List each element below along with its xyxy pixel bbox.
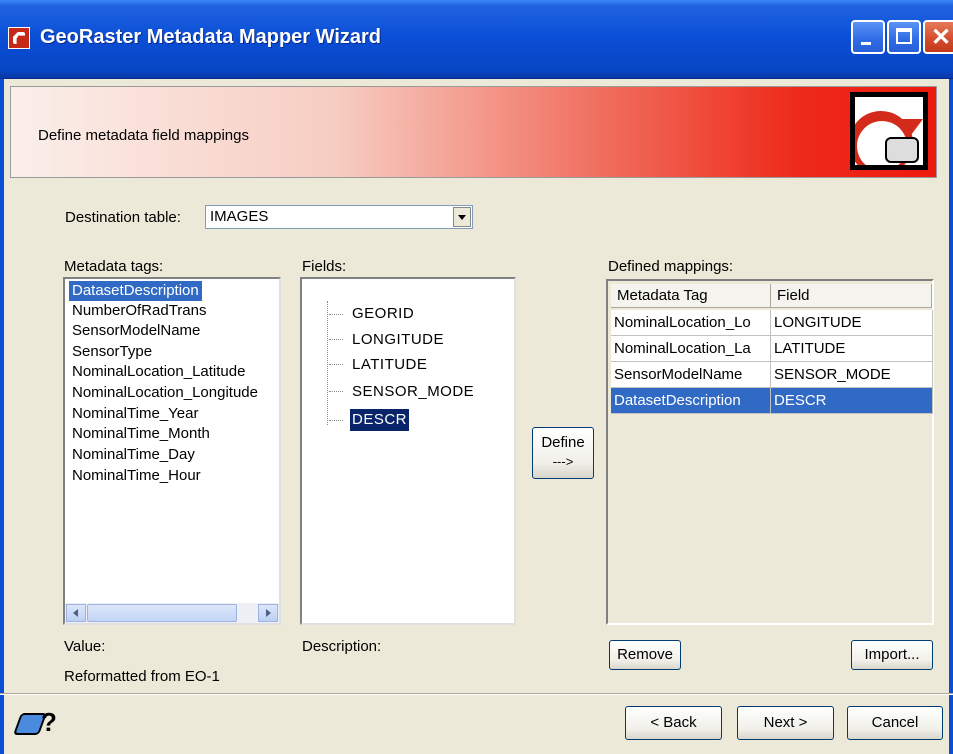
destination-table-label: Destination table: [65,209,181,226]
value-label: Value: [64,638,106,655]
table-row[interactable]: NominalLocation_Lo LONGITUDE [611,310,933,336]
tree-connector [329,339,343,340]
cancel-button[interactable]: Cancel [847,706,943,740]
tree-vertical-line [327,301,328,425]
scrollbar-thumb[interactable] [87,604,237,622]
help-button[interactable]: ? [12,707,77,741]
list-item[interactable]: SensorModelName [69,321,203,341]
tree-connector [329,314,343,315]
import-button[interactable]: Import... [851,640,933,670]
tree-item[interactable]: SENSOR_MODE [350,381,476,403]
back-button[interactable]: < Back [625,706,722,740]
tree-item-selected[interactable]: DESCR [348,408,411,432]
description-label: Description: [302,638,382,655]
list-item[interactable]: NominalTime_Day [69,445,198,465]
chevron-down-icon[interactable] [453,207,471,227]
defined-mappings-label: Defined mappings: [608,258,734,275]
tree-item[interactable]: LONGITUDE [350,329,446,351]
list-item[interactable]: NominalTime_Hour [69,466,204,486]
close-button[interactable]: ✕ [923,20,953,54]
list-item[interactable]: NominalLocation_Latitude [69,362,248,382]
table-cell-tag: NominalLocation_La [611,336,771,362]
table-cell-tag: DatasetDescription [611,388,771,414]
define-button-arrow: ---> [552,454,574,469]
divider [0,693,953,695]
table-cell-field: SENSOR_MODE [771,362,933,388]
table-cell-tag: SensorModelName [611,362,771,388]
list-item[interactable]: NominalTime_Month [69,424,213,444]
list-item[interactable]: NumberOfRadTrans [69,301,210,321]
remove-button[interactable]: Remove [609,640,681,670]
tree-item[interactable]: GEORID [350,303,416,325]
metadata-tags-list[interactable]: DatasetDescription NumberOfRadTrans Sens… [63,277,281,625]
scroll-right-icon[interactable] [258,604,278,622]
maximize-button[interactable] [887,20,921,54]
horizontal-scrollbar[interactable] [65,603,279,623]
list-item[interactable]: NominalLocation_Longitude [69,383,261,403]
fields-tree[interactable]: GEORID LONGITUDE LATITUDE SENSOR_MODE DE… [300,277,516,625]
table-row[interactable]: SensorModelName SENSOR_MODE [611,362,933,388]
tree-connector [329,364,343,365]
table-row[interactable]: NominalLocation_La LATITUDE [611,336,933,362]
window-right-border [949,79,953,754]
window-title: GeoRaster Metadata Mapper Wizard [40,26,382,48]
table-cell-field: LATITUDE [771,336,933,362]
banner-title: Define metadata field mappings [38,127,249,144]
column-header-field[interactable]: Field [771,284,932,308]
table-cell-field: DESCR [771,388,933,414]
list-item[interactable]: SensorType [69,342,155,362]
window-left-border [0,79,4,754]
table-row-selected[interactable]: DatasetDescription DESCR [611,388,933,414]
table-cell-field: LONGITUDE [771,310,933,336]
app-icon [8,27,30,49]
define-button-label: Define [541,434,585,451]
list-item[interactable]: DatasetDescription [69,281,202,301]
tree-item[interactable]: LATITUDE [350,354,429,376]
scroll-left-icon[interactable] [66,604,86,622]
help-question-icon: ? [41,707,57,737]
list-item[interactable]: NominalTime_Year [69,404,201,424]
close-icon: ✕ [931,24,952,51]
tree-connector [329,391,343,392]
fields-label: Fields: [302,258,347,275]
metadata-tags-label: Metadata tags: [64,258,164,275]
table-cell-tag: NominalLocation_Lo [611,310,771,336]
destination-table-select[interactable]: IMAGES [205,205,473,229]
database-import-icon [850,92,928,170]
tree-connector [329,420,343,421]
value-text: Reformatted from EO-1 [64,668,220,685]
next-button[interactable]: Next > [737,706,834,740]
column-header-metadata-tag[interactable]: Metadata Tag [611,284,771,308]
destination-table-value: IMAGES [210,208,269,225]
define-mapping-button[interactable]: Define ---> [532,427,594,479]
mappings-table[interactable]: Metadata Tag Field NominalLocation_Lo LO… [606,279,934,625]
minimize-button[interactable] [851,20,885,54]
